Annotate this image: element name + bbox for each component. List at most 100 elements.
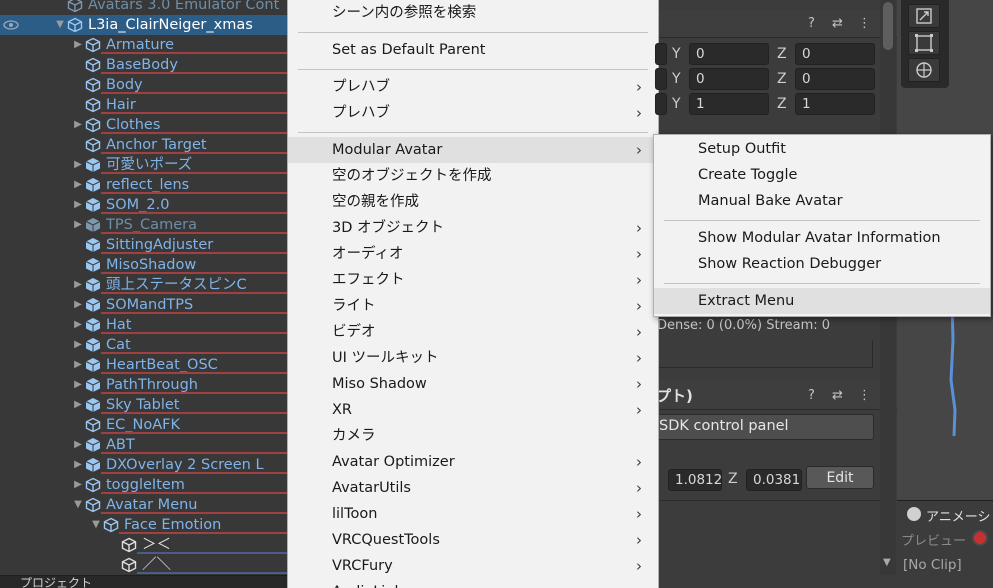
menu-item[interactable]: Manual Bake Avatar bbox=[654, 188, 990, 214]
animation-preview-label[interactable]: プレビュー bbox=[901, 530, 966, 549]
menu-item[interactable]: ライト › bbox=[288, 293, 658, 319]
expand-right-icon[interactable]: ▶ bbox=[72, 375, 84, 395]
viewpoint-x-field[interactable]: 1.0812 bbox=[668, 469, 722, 491]
menu-item[interactable]: Set as Default Parent bbox=[288, 37, 658, 63]
preset-icon[interactable]: ⇄ bbox=[832, 16, 843, 31]
animation-tab-title[interactable]: アニメーショ bbox=[926, 506, 993, 525]
expand-right-icon[interactable]: ▶ bbox=[72, 275, 84, 295]
hierarchy-item[interactable]: SittingAdjuster bbox=[0, 235, 300, 255]
hierarchy-item[interactable]: ▶ Armature bbox=[0, 35, 300, 55]
menu-item[interactable]: lilToon › bbox=[288, 501, 658, 527]
menu-item[interactable]: Extract Menu bbox=[654, 288, 990, 314]
expand-right-icon[interactable]: ▶ bbox=[72, 175, 84, 195]
hierarchy-item[interactable]: ▶ reflect_lens bbox=[0, 175, 300, 195]
hierarchy-item[interactable]: ▶ ABT bbox=[0, 435, 300, 455]
menu-item[interactable]: ビデオ › bbox=[288, 319, 658, 345]
hierarchy-item[interactable]: BaseBody bbox=[0, 55, 300, 75]
expand-right-icon[interactable]: ▶ bbox=[72, 215, 84, 235]
project-tab-bar[interactable]: プロジェクト bbox=[0, 575, 300, 588]
menu-item[interactable]: Create Toggle bbox=[654, 162, 990, 188]
hierarchy-item[interactable]: ▼ Avatar Menu bbox=[0, 495, 300, 515]
expand-right-icon[interactable]: ▶ bbox=[72, 475, 84, 495]
hierarchy-item[interactable]: ▼ Face Emotion bbox=[0, 515, 300, 535]
record-button-icon[interactable] bbox=[972, 530, 988, 546]
expand-down-icon[interactable]: ▼ bbox=[90, 515, 102, 535]
expand-right-icon[interactable]: ▶ bbox=[72, 435, 84, 455]
menu-item[interactable]: カメラ bbox=[288, 423, 658, 449]
menu-item[interactable]: AudioLink › bbox=[288, 579, 658, 588]
hierarchy-item[interactable]: MisoShadow bbox=[0, 255, 300, 275]
expand-right-icon[interactable]: ▶ bbox=[72, 35, 84, 55]
z-field[interactable]: 0 bbox=[795, 68, 875, 90]
help-icon[interactable]: ? bbox=[808, 388, 815, 403]
x-field[interactable] bbox=[655, 43, 667, 65]
hierarchy-item[interactable]: ▶ SOM_2.0 bbox=[0, 195, 300, 215]
hierarchy-item[interactable]: ▶ Cat bbox=[0, 335, 300, 355]
more-icon[interactable]: ⋮ bbox=[858, 388, 871, 403]
hierarchy-item[interactable]: ／＼ bbox=[0, 555, 300, 575]
expand-right-icon[interactable]: ▶ bbox=[72, 335, 84, 355]
z-field[interactable]: 1 bbox=[795, 93, 875, 115]
menu-item[interactable]: 空のオブジェクトを作成 bbox=[288, 163, 658, 189]
hierarchy-item[interactable]: ＞＜ bbox=[0, 535, 300, 555]
hierarchy-item[interactable]: ▶ Clothes bbox=[0, 115, 300, 135]
help-icon[interactable]: ? bbox=[808, 16, 815, 31]
rect-tool-icon[interactable] bbox=[908, 31, 940, 55]
animation-clip-dropdown[interactable]: [No Clip] bbox=[903, 557, 962, 573]
more-icon[interactable]: ⋮ bbox=[858, 16, 871, 31]
expand-right-icon[interactable]: ▶ bbox=[72, 395, 84, 415]
inspector-scroll-thumb[interactable] bbox=[883, 2, 893, 50]
menu-item[interactable]: AvatarUtils › bbox=[288, 475, 658, 501]
z-field[interactable]: 0 bbox=[795, 43, 875, 65]
expand-right-icon[interactable]: ▶ bbox=[72, 455, 84, 475]
y-field[interactable]: 0 bbox=[689, 68, 769, 90]
hierarchy-item[interactable]: ▶ TPS_Camera bbox=[0, 215, 300, 235]
hierarchy-item[interactable]: Hair bbox=[0, 95, 300, 115]
menu-item[interactable]: XR › bbox=[288, 397, 658, 423]
hierarchy-item[interactable]: Anchor Target bbox=[0, 135, 300, 155]
x-field[interactable] bbox=[655, 93, 667, 115]
menu-item[interactable]: Show Modular Avatar Information bbox=[654, 225, 990, 251]
menu-item[interactable]: Avatar Optimizer › bbox=[288, 449, 658, 475]
menu-item[interactable]: Show Reaction Debugger bbox=[654, 251, 990, 277]
expand-right-icon[interactable]: ▶ bbox=[72, 295, 84, 315]
menu-item[interactable]: プレハブ › bbox=[288, 74, 658, 100]
hierarchy-item[interactable]: ▼ L3ia_ClairNeiger_xmas bbox=[0, 15, 300, 35]
menu-item[interactable]: Modular Avatar › bbox=[288, 137, 658, 163]
scale-tool-icon[interactable] bbox=[908, 4, 940, 28]
menu-item[interactable]: プレハブ › bbox=[288, 100, 658, 126]
hierarchy-item[interactable]: ▶ SOMandTPS bbox=[0, 295, 300, 315]
sdk-control-panel-button[interactable]: SDK control panel bbox=[652, 414, 874, 440]
menu-item[interactable]: UI ツールキット › bbox=[288, 345, 658, 371]
expand-right-icon[interactable]: ▶ bbox=[72, 315, 84, 335]
visibility-eye-icon[interactable] bbox=[2, 18, 20, 32]
menu-item[interactable]: Setup Outfit bbox=[654, 136, 990, 162]
transform-tool-icon[interactable] bbox=[908, 58, 940, 82]
menu-item[interactable]: オーディオ › bbox=[288, 241, 658, 267]
expand-down-icon[interactable]: ▼ bbox=[72, 495, 84, 515]
menu-item[interactable]: エフェクト › bbox=[288, 267, 658, 293]
expand-down-icon[interactable]: ▼ bbox=[54, 15, 66, 35]
menu-item[interactable]: シーン内の参照を検索 bbox=[288, 0, 658, 26]
hierarchy-item[interactable]: ▶ PathThrough bbox=[0, 375, 300, 395]
menu-item[interactable]: 3D オブジェクト › bbox=[288, 215, 658, 241]
expand-right-icon[interactable]: ▶ bbox=[72, 355, 84, 375]
preset-icon[interactable]: ⇄ bbox=[832, 388, 843, 403]
hierarchy-item[interactable]: ▶ 頭上ステータスピンC bbox=[0, 275, 300, 295]
hierarchy-item[interactable]: Body bbox=[0, 75, 300, 95]
edit-button[interactable]: Edit bbox=[806, 466, 874, 489]
x-field[interactable] bbox=[655, 68, 667, 90]
hierarchy-item[interactable]: EC_NoAFK bbox=[0, 415, 300, 435]
hierarchy-item[interactable]: ▶ Sky Tablet bbox=[0, 395, 300, 415]
hierarchy-item[interactable]: ▶ Hat bbox=[0, 315, 300, 335]
hierarchy-item[interactable]: ▶ 可愛いポーズ bbox=[0, 155, 300, 175]
menu-item[interactable]: VRCQuestTools › bbox=[288, 527, 658, 553]
hierarchy-item[interactable]: ▶ HeartBeat_OSC bbox=[0, 355, 300, 375]
expand-right-icon[interactable]: ▶ bbox=[72, 195, 84, 215]
viewpoint-z-field[interactable]: 0.0381 bbox=[746, 469, 802, 491]
y-field[interactable]: 1 bbox=[689, 93, 769, 115]
scroll-down-arrow-icon[interactable]: ▼ bbox=[883, 557, 891, 568]
hierarchy-item[interactable]: Avatars 3.0 Emulator Cont bbox=[0, 0, 300, 15]
menu-item[interactable]: VRCFury › bbox=[288, 553, 658, 579]
expand-right-icon[interactable]: ▶ bbox=[72, 115, 84, 135]
